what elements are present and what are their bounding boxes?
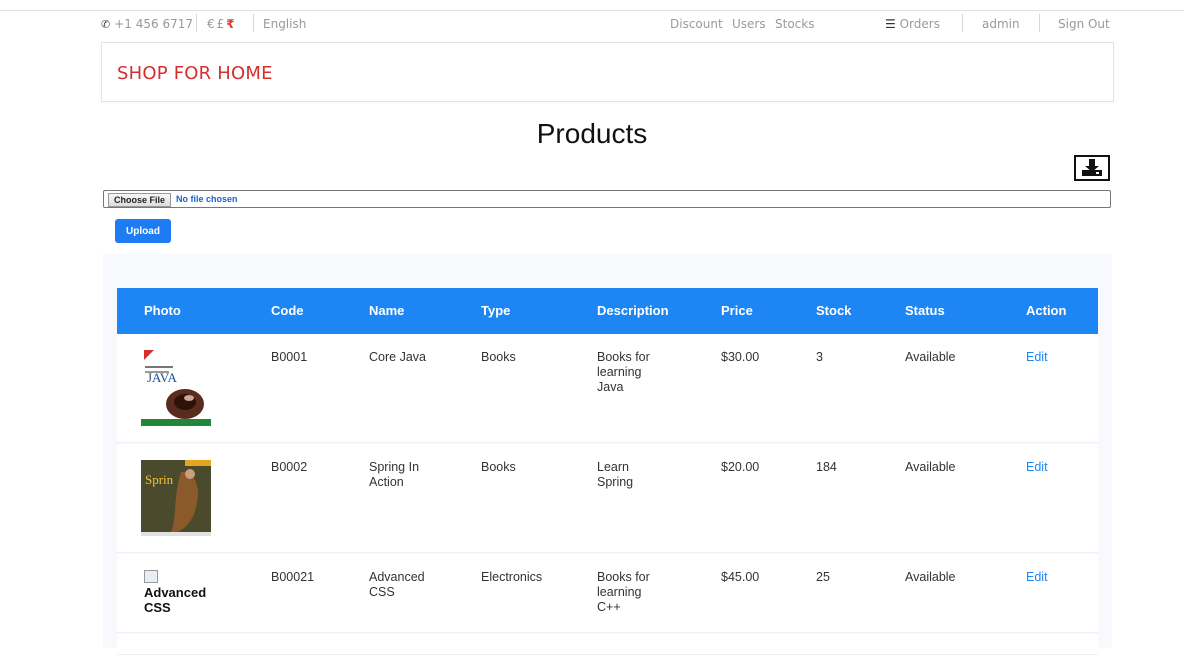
table-row xyxy=(117,634,1098,655)
currency-pound[interactable]: £ xyxy=(217,17,225,31)
book-logo-text: Sprin xyxy=(145,472,174,487)
header-bar: SHOP FOR HOME xyxy=(101,42,1114,102)
page-title: Products xyxy=(536,118,648,149)
table-header: Photo Code Name Type Description Price S… xyxy=(117,288,1098,334)
broken-image-icon xyxy=(144,570,158,583)
header-stock: Stock xyxy=(816,303,852,318)
top-bar: ✆ +1 456 6717 € £ ₹ English Discount Users … xyxy=(0,0,1184,40)
table-row: Sprin B0002 Spring In Action Books Learn… xyxy=(117,444,1098,553)
nav-users[interactable]: Users xyxy=(732,17,766,31)
download-icon xyxy=(1082,159,1102,176)
currency-rupee[interactable]: ₹ xyxy=(226,17,234,31)
nav-stocks[interactable]: Stocks xyxy=(775,17,814,31)
nav-orders[interactable]: ☰ Orders xyxy=(885,17,940,31)
file-input[interactable]: Choose File No file chosen xyxy=(103,190,1111,208)
divider xyxy=(253,14,254,32)
brand-logo[interactable]: SHOP FOR HOME xyxy=(117,63,273,84)
divider xyxy=(962,14,963,32)
product-photo-spring-in-action: Sprin xyxy=(141,458,211,538)
phone-icon: ✆ xyxy=(101,18,111,31)
header-name: Name xyxy=(369,303,405,318)
cell-status: Available xyxy=(905,570,956,584)
header-description: Description xyxy=(597,303,669,318)
cell-price: $30.00 xyxy=(721,350,760,364)
cell-stock: 3 xyxy=(816,350,823,364)
table-row: Advanced CSS B00021 Advanced CSS Electro… xyxy=(117,554,1098,633)
cell-description: Learn Spring xyxy=(597,460,634,489)
cell-price: $45.00 xyxy=(721,570,760,584)
cell-status: Available xyxy=(905,350,956,364)
divider xyxy=(1039,14,1040,32)
cell-stock: 25 xyxy=(816,570,830,584)
cell-name: Core Java xyxy=(369,350,426,364)
cell-price: $20.00 xyxy=(721,460,760,474)
header-price: Price xyxy=(721,303,753,318)
edit-link[interactable]: Edit xyxy=(1026,570,1048,585)
cell-name: Spring In Action xyxy=(369,460,420,489)
header-photo: Photo xyxy=(144,303,181,318)
header-status: Status xyxy=(905,303,945,318)
divider xyxy=(196,14,197,32)
upload-button[interactable]: Upload xyxy=(115,219,171,243)
download-button[interactable] xyxy=(1074,155,1110,181)
edit-link[interactable]: Edit xyxy=(1026,460,1048,475)
cell-code: B0001 xyxy=(271,350,308,364)
cell-stock: 184 xyxy=(816,460,837,474)
cell-code: B00021 xyxy=(271,570,315,584)
currency-euro[interactable]: € xyxy=(207,17,215,31)
cell-description: Books for learning C++ xyxy=(597,570,650,614)
cell-status: Available xyxy=(905,460,956,474)
nav-discount[interactable]: Discount xyxy=(670,17,723,31)
header-code: Code xyxy=(271,303,304,318)
choose-file-button[interactable]: Choose File xyxy=(108,193,172,207)
sign-out-link[interactable]: Sign Out xyxy=(1058,17,1110,31)
product-photo-broken: Advanced CSS xyxy=(144,570,224,615)
currency-selector[interactable]: € £ ₹ xyxy=(207,17,237,31)
phone-contact[interactable]: ✆ +1 456 6717 xyxy=(101,17,193,31)
header-type: Type xyxy=(481,303,511,318)
cell-type: Books xyxy=(481,350,516,364)
table-row: JAVA B0001 Core Java Books Books for lea… xyxy=(117,334,1098,443)
file-status: No file chosen xyxy=(176,194,238,204)
list-icon: ☰ xyxy=(885,17,896,31)
header-action: Action xyxy=(1026,303,1067,318)
cell-type: Books xyxy=(481,460,516,474)
language-selector[interactable]: English xyxy=(263,17,306,31)
cell-code: B0002 xyxy=(271,460,308,474)
product-photo-core-java: JAVA xyxy=(141,346,211,426)
cell-name: Advanced CSS xyxy=(369,570,425,599)
user-menu[interactable]: admin xyxy=(982,17,1020,31)
cell-type: Electronics xyxy=(481,570,543,584)
book-logo-text: JAVA xyxy=(147,370,177,385)
edit-link[interactable]: Edit xyxy=(1026,350,1048,365)
cell-description: Books for learning Java xyxy=(597,350,650,394)
